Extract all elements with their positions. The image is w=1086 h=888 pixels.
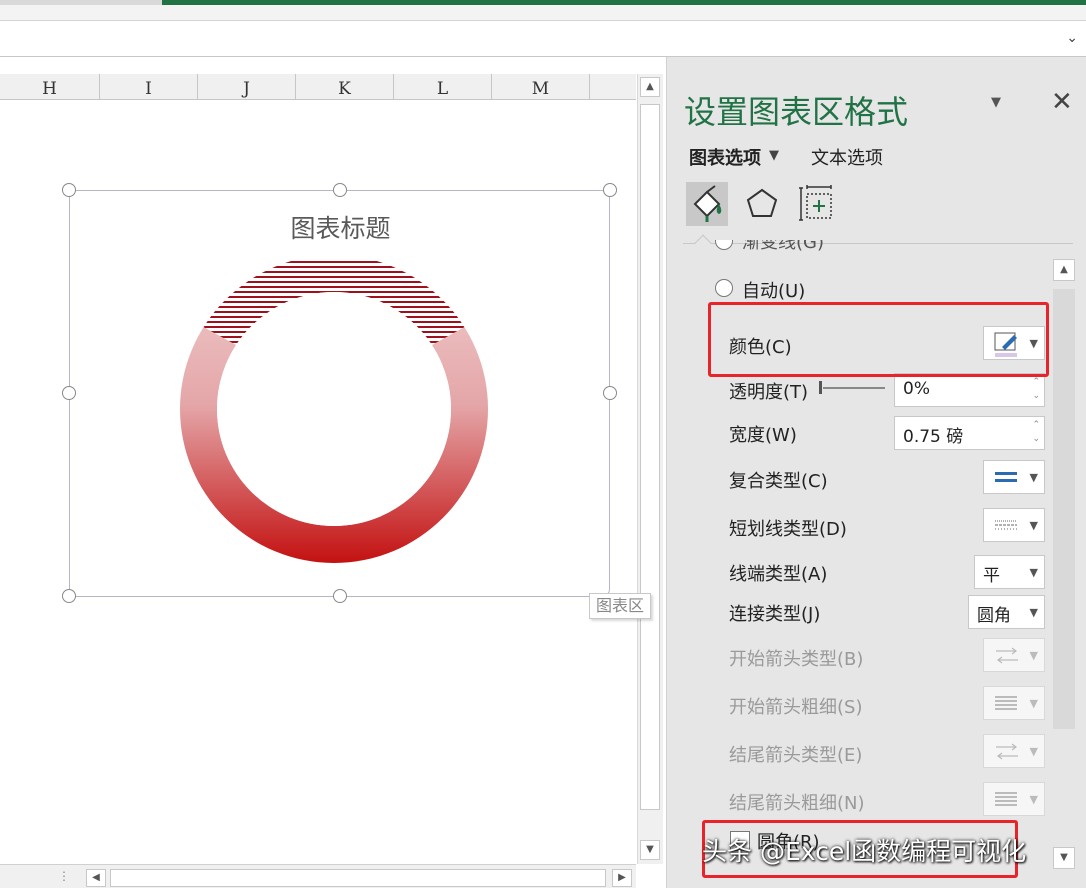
column-header-m[interactable]: M bbox=[492, 74, 590, 100]
join-type-dropdown[interactable]: 圆角 ▼ bbox=[968, 595, 1045, 629]
pane-scroll-thumb[interactable] bbox=[1053, 289, 1075, 729]
chevron-down-icon: ▼ bbox=[1029, 519, 1038, 532]
chevron-down-icon: ▼ bbox=[1029, 649, 1038, 662]
transparency-input[interactable]: 0% ⌃ ⌄ bbox=[894, 373, 1045, 407]
chevron-down-icon: ▼ bbox=[1029, 606, 1038, 619]
radio-auto[interactable] bbox=[715, 279, 733, 297]
spin-up-icon[interactable]: ⌃ bbox=[1032, 420, 1040, 430]
width-input[interactable]: 0.75 磅 ⌃ ⌄ bbox=[894, 416, 1045, 450]
spin-down-icon[interactable]: ⌄ bbox=[1032, 391, 1040, 401]
transparency-label: 透明度(T) bbox=[729, 382, 809, 403]
formula-bar[interactable]: ⌄ bbox=[0, 21, 1086, 57]
spin-down-icon[interactable]: ⌄ bbox=[1032, 434, 1040, 444]
column-header-l[interactable]: L bbox=[394, 74, 492, 100]
resize-handle-b[interactable] bbox=[333, 589, 347, 603]
begin-arrow-type-label: 开始箭头类型(B) bbox=[729, 649, 864, 670]
sheet-hscroll-thumb[interactable] bbox=[110, 869, 606, 887]
gradient-line-label: 渐变线(G) bbox=[742, 240, 824, 253]
dash-lines-icon bbox=[995, 520, 1017, 530]
ribbon-bottom bbox=[0, 5, 1086, 21]
highlight-box-color bbox=[708, 302, 1049, 377]
chevron-down-icon: ▼ bbox=[1029, 697, 1038, 710]
resize-handle-tr[interactable] bbox=[603, 183, 617, 197]
watermark-text: 头条 @Excel函数编程可视化 bbox=[702, 837, 1027, 866]
width-value: 0.75 磅 bbox=[903, 427, 964, 447]
transparency-value: 0% bbox=[903, 379, 930, 399]
sheet-vscroll-thumb[interactable] bbox=[640, 104, 660, 810]
arrow-size-icon bbox=[995, 792, 1017, 806]
transparency-slider-thumb[interactable] bbox=[819, 381, 822, 394]
resize-handle-t[interactable] bbox=[333, 183, 347, 197]
column-headers: H I J K L M bbox=[0, 74, 636, 100]
chevron-down-icon: ▼ bbox=[1029, 745, 1038, 758]
transparency-slider-track[interactable] bbox=[823, 387, 885, 389]
resize-handle-tl[interactable] bbox=[62, 183, 76, 197]
pane-options-dropdown-icon[interactable]: ▼ bbox=[991, 95, 1001, 110]
resize-handle-l[interactable] bbox=[62, 386, 76, 400]
begin-arrow-size-label: 开始箭头粗细(S) bbox=[729, 697, 863, 718]
doughnut-chart[interactable] bbox=[180, 261, 500, 581]
effects-pentagon-icon[interactable] bbox=[741, 182, 783, 226]
pane-scroll-down-icon[interactable]: ▼ bbox=[1053, 847, 1075, 869]
scroll-right-icon[interactable]: ▶ bbox=[612, 869, 632, 887]
column-header-h[interactable]: H bbox=[0, 74, 100, 100]
column-header-i[interactable]: I bbox=[100, 74, 198, 100]
scroll-down-icon[interactable]: ▼ bbox=[640, 840, 660, 860]
tab-text-options[interactable]: 文本选项 bbox=[811, 144, 883, 170]
chart-area[interactable]: 图表标题 bbox=[69, 190, 610, 597]
scroll-up-icon[interactable]: ▲ bbox=[640, 77, 660, 97]
arrow-type-icon bbox=[996, 647, 1018, 664]
sheet-vertical-scrollbar[interactable]: ▲ ▼ bbox=[637, 74, 663, 864]
auto-option-label: 自动(U) bbox=[742, 281, 806, 302]
split-handle-icon[interactable]: ⋮ bbox=[58, 869, 70, 883]
spin-up-icon[interactable]: ⌃ bbox=[1032, 377, 1040, 387]
compound-lines-icon bbox=[995, 472, 1017, 482]
scroll-left-icon[interactable]: ◀ bbox=[86, 869, 106, 887]
tab-chart-options[interactable]: 图表选项 bbox=[689, 144, 761, 170]
end-arrow-type-label: 结尾箭头类型(E) bbox=[729, 745, 863, 766]
close-icon[interactable]: ✕ bbox=[1051, 87, 1073, 117]
cut-off-option-row: 渐变线(G) bbox=[700, 240, 1060, 254]
sheet-horizontal-scrollbar[interactable]: ⋮ ◀ ▶ bbox=[0, 864, 636, 888]
width-label: 宽度(W) bbox=[729, 425, 797, 446]
column-header-k[interactable]: K bbox=[296, 74, 394, 100]
compound-type-label: 复合类型(C) bbox=[729, 471, 828, 492]
chevron-down-icon: ▼ bbox=[1029, 471, 1038, 484]
cap-type-value: 平 bbox=[983, 566, 1000, 586]
end-arrow-size-dropdown: ▼ bbox=[983, 782, 1045, 816]
begin-arrow-type-dropdown: ▼ bbox=[983, 638, 1045, 672]
join-type-label: 连接类型(J) bbox=[729, 604, 821, 625]
arrow-size-icon bbox=[995, 696, 1017, 710]
chart-area-tooltip: 图表区 bbox=[589, 593, 651, 619]
size-properties-icon[interactable] bbox=[795, 182, 837, 226]
pane-title: 设置图表区格式 bbox=[684, 93, 909, 131]
resize-handle-r[interactable] bbox=[603, 386, 617, 400]
pane-scroll-up-icon[interactable]: ▲ bbox=[1053, 259, 1075, 281]
end-arrow-type-dropdown: ▼ bbox=[983, 734, 1045, 768]
join-type-value: 圆角 bbox=[977, 606, 1011, 626]
column-header-j[interactable]: J bbox=[198, 74, 296, 100]
pane-vertical-scrollbar[interactable]: ▲ ▼ bbox=[1051, 257, 1077, 887]
fill-line-icon[interactable] bbox=[686, 182, 728, 226]
dash-type-dropdown[interactable]: ▼ bbox=[983, 508, 1045, 542]
worksheet-area[interactable]: H I J K L M ▲ ▼ ⋮ ◀ ▶ 图表标题 图表区 bbox=[0, 57, 666, 888]
dash-type-label: 短划线类型(D) bbox=[729, 519, 847, 540]
resize-handle-bl[interactable] bbox=[62, 589, 76, 603]
expand-formula-bar-icon[interactable]: ⌄ bbox=[1066, 30, 1078, 46]
arrow-type-icon bbox=[996, 743, 1018, 760]
chart-title[interactable]: 图表标题 bbox=[70, 209, 611, 245]
chevron-down-icon: ▼ bbox=[1029, 793, 1038, 806]
chevron-down-icon: ▼ bbox=[1029, 566, 1038, 579]
excel-window: ⌄ H I J K L M ▲ ▼ ⋮ ◀ ▶ 图表标题 图表区 设置图表区格式… bbox=[0, 0, 1086, 888]
cap-type-dropdown[interactable]: 平 ▼ bbox=[974, 555, 1045, 589]
end-arrow-size-label: 结尾箭头粗细(N) bbox=[729, 793, 865, 814]
begin-arrow-size-dropdown: ▼ bbox=[983, 686, 1045, 720]
compound-type-dropdown[interactable]: ▼ bbox=[983, 460, 1045, 494]
cap-type-label: 线端类型(A) bbox=[729, 564, 828, 585]
ring-hole bbox=[217, 292, 451, 526]
chart-options-dropdown-icon[interactable]: ▼ bbox=[769, 148, 779, 163]
radio-gradient-line[interactable] bbox=[715, 240, 733, 250]
